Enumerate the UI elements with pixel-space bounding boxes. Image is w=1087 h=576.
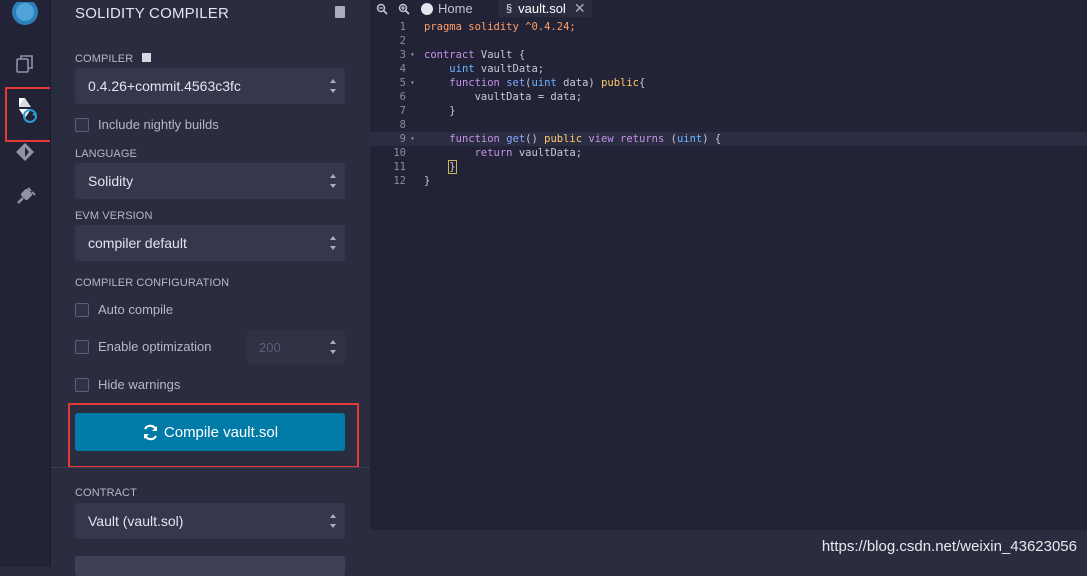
stepper-arrows-icon[interactable]	[330, 340, 336, 354]
add-compiler-icon[interactable]	[142, 53, 152, 62]
tab-vault-sol[interactable]: § vault.sol ✕	[498, 0, 592, 17]
code-line: 2	[399, 35, 406, 47]
docs-icon[interactable]	[335, 6, 345, 18]
editor-tabs: Home § vault.sol ✕	[370, 0, 1087, 17]
contract-label: CONTRACT	[75, 487, 137, 499]
fold-icon[interactable]: ▾	[410, 132, 415, 146]
nightly-builds-checkbox[interactable]: Include nightly builds	[75, 117, 219, 132]
compiler-version-select[interactable]: 0.4.26+commit.4563c3fc	[75, 68, 345, 104]
auto-compile-checkbox[interactable]: Auto compile	[75, 302, 173, 317]
code-line: 12}	[393, 175, 431, 187]
compiler-config-label: COMPILER CONFIGURATION	[75, 277, 230, 289]
evm-version-label: EVM VERSION	[75, 210, 153, 222]
code-line: 4 uint vaultData;	[399, 63, 545, 75]
compiler-label: COMPILER	[75, 53, 152, 65]
code-line: 1 pragma solidity ^0.4.24;	[399, 21, 576, 33]
tab-home[interactable]: Home	[421, 0, 473, 17]
hide-warnings-checkbox[interactable]: Hide warnings	[75, 377, 180, 392]
code-line: 3 ▾ contract Vault {	[399, 48, 526, 62]
enable-optimization-checkbox[interactable]: Enable optimization	[75, 339, 211, 354]
checkbox-box[interactable]	[75, 302, 89, 317]
language-label: LANGUAGE	[75, 148, 137, 160]
compiler-panel: SOLIDITY COMPILER COMPILER 0.4.26+commit…	[50, 0, 371, 576]
watermark-text: https://blog.csdn.net/weixin_43623056	[821, 538, 1077, 555]
icon-rail	[0, 0, 66, 567]
zoom-in-icon[interactable]	[398, 0, 410, 17]
close-tab-icon[interactable]: ✕	[574, 0, 586, 17]
remix-logo-icon[interactable]	[0, 0, 50, 34]
contract-select[interactable]: Vault (vault.sol)	[75, 503, 345, 539]
refresh-icon	[143, 424, 157, 440]
select-arrows-icon	[330, 514, 336, 528]
language-select[interactable]: Solidity	[75, 163, 345, 199]
file-explorer-icon[interactable]	[0, 50, 50, 78]
select-arrows-icon	[330, 236, 336, 250]
fold-icon[interactable]: ▾	[410, 76, 415, 90]
editor-area: Home § vault.sol ✕ 1 pragma solidity ^0.4…	[370, 0, 1087, 567]
home-icon	[421, 2, 433, 15]
select-arrows-icon	[330, 174, 336, 188]
code-editor[interactable]: 1 pragma solidity ^0.4.24; 2 3 ▾ contract V…	[370, 17, 1087, 530]
code-line: 11 }	[393, 160, 457, 174]
code-line: 5 ▾ function set(uint data) public{	[399, 76, 646, 90]
solidity-file-icon: §	[506, 2, 513, 15]
zoom-out-icon[interactable]	[376, 0, 388, 17]
section-divider	[51, 467, 371, 468]
fold-icon[interactable]: ▾	[410, 48, 415, 62]
optimization-runs-input[interactable]: 200	[247, 330, 345, 364]
plugin-manager-icon[interactable]	[0, 183, 50, 209]
deploy-run-icon[interactable]	[0, 140, 50, 164]
select-arrows-icon	[330, 79, 336, 93]
code-line: 6 vaultData = data;	[399, 91, 583, 103]
checkbox-box[interactable]	[75, 377, 89, 392]
checkbox-box[interactable]	[75, 339, 89, 354]
code-line: 10 return vaultData;	[393, 147, 583, 159]
panel-title: SOLIDITY COMPILER	[75, 5, 229, 22]
code-line: 9 ▾ function get() public view returns (u…	[370, 132, 1087, 146]
compile-button[interactable]: Compile vault.sol	[75, 413, 345, 451]
code-line: 7 }	[399, 105, 456, 117]
checkbox-box[interactable]	[75, 117, 89, 132]
code-line: 8	[399, 119, 406, 131]
publish-button[interactable]	[75, 556, 345, 576]
evm-version-select[interactable]: compiler default	[75, 225, 345, 261]
